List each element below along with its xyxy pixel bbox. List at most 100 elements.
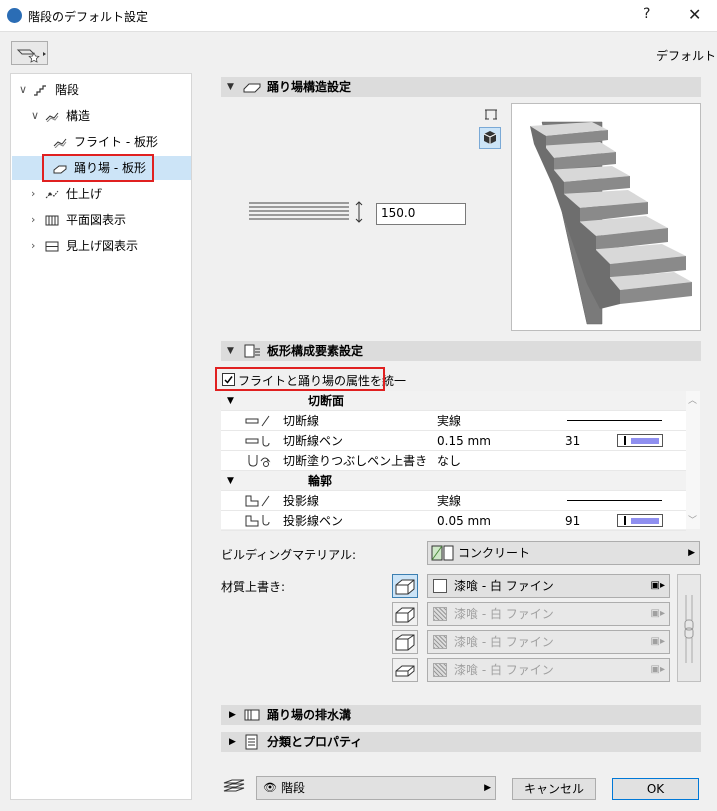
surface-side-dropdown[interactable]: 漆喰 - 白 ファイン ▣▸	[427, 602, 670, 626]
surface-swatch	[433, 635, 447, 649]
slab-components-icon	[244, 344, 260, 358]
collapse-triangle-icon[interactable]: ▼	[227, 341, 234, 361]
slab-components-header[interactable]: ▼ 板形構成要素設定	[221, 341, 701, 361]
pen-color-swatch[interactable]	[617, 434, 663, 447]
line-type-sample	[567, 420, 662, 421]
table-scrollbar[interactable]: ︿ ﹀	[686, 391, 700, 529]
highlight-box	[215, 367, 385, 391]
surface-bottom-button[interactable]	[392, 658, 418, 682]
slab-thickness-icon	[249, 201, 363, 223]
row-label: 投影線ペン	[283, 514, 344, 528]
image-icon: ▣▸	[650, 636, 665, 647]
surface-edge-button[interactable]	[392, 630, 418, 654]
cancel-button[interactable]: キャンセル	[512, 778, 596, 800]
chain-link-button[interactable]	[677, 574, 701, 682]
section-title: 踊り場の排水溝	[267, 708, 352, 722]
tree-item-structure[interactable]: ∨ 構造	[11, 104, 191, 128]
group-cut-surface[interactable]: ▼ 切断面	[221, 391, 686, 411]
group-title: 切断面	[308, 394, 345, 408]
classification-section-header[interactable]: ▶ 分類とプロパティ	[221, 732, 701, 752]
chevron-down-icon[interactable]: ∨	[19, 78, 27, 102]
stair-3d-preview	[511, 103, 701, 331]
favorites-button[interactable]	[11, 41, 48, 65]
chevron-right-icon: ▶	[484, 783, 491, 793]
landing-icon	[243, 83, 261, 93]
image-icon: ▣▸	[650, 664, 665, 675]
surface-top-dropdown[interactable]: 漆喰 - 白 ファイン ▣▸	[427, 574, 670, 598]
drainage-section-header[interactable]: ▶ 踊り場の排水溝	[221, 705, 701, 725]
thickness-input[interactable]: 150.0	[376, 203, 466, 225]
surface-name: 漆喰 - 白 ファイン	[454, 635, 554, 649]
finish-icon	[45, 190, 59, 199]
table-row[interactable]: 切断線 実線	[221, 411, 686, 431]
collapse-triangle-icon[interactable]: ▼	[227, 77, 234, 97]
surface-row-edge: 漆喰 - 白 ファイン ▣▸	[392, 630, 672, 654]
layer-dropdown[interactable]: 👁 階段 ▶	[256, 776, 496, 800]
expand-triangle-icon[interactable]: ▶	[229, 705, 236, 725]
table-row[interactable]: 切断塗りつぶしペン上書き なし	[221, 451, 686, 471]
tree-item-flight[interactable]: フライト - 板形	[11, 130, 191, 154]
surface-top-button[interactable]	[392, 574, 418, 598]
eye-icon: 👁	[263, 781, 277, 794]
row-value: 0.05 mm	[437, 514, 491, 528]
projection-line-icon	[245, 495, 270, 507]
row-label: 投影線	[283, 494, 320, 508]
scroll-down-icon[interactable]: ﹀	[688, 513, 697, 526]
chevron-right-icon[interactable]: ›	[31, 208, 35, 232]
tree-item-finish[interactable]: › 仕上げ	[11, 182, 191, 206]
tree-item-floorplan[interactable]: › 平面図表示	[11, 208, 191, 232]
chevron-right-icon: ▶	[688, 548, 695, 558]
pen-color-swatch[interactable]	[617, 514, 663, 527]
surface-name: 漆喰 - 白 ファイン	[454, 663, 554, 677]
favorites-star-icon	[16, 49, 46, 63]
group-outline[interactable]: ▼ 輪郭	[221, 471, 686, 491]
surface-edge-dropdown[interactable]: 漆喰 - 白 ファイン ▣▸	[427, 630, 670, 654]
image-icon: ▣▸	[650, 608, 665, 619]
scroll-up-icon[interactable]: ︿	[688, 393, 697, 406]
row-value: なし	[437, 454, 462, 468]
fill-pen-override-icon	[248, 455, 271, 467]
collapse-triangle-icon[interactable]: ▼	[227, 471, 234, 491]
section-title: 板形構成要素設定	[267, 344, 364, 358]
projection-line-pen-icon	[245, 515, 270, 527]
layers-icon	[223, 779, 245, 792]
3d-view-button[interactable]	[479, 127, 501, 149]
help-button[interactable]: ?	[643, 6, 650, 22]
chevron-right-icon[interactable]: ›	[31, 234, 35, 258]
surface-side-button[interactable]	[392, 602, 418, 626]
surface-swatch	[433, 663, 447, 677]
table-row[interactable]: 切断線ペン 0.15 mm 31	[221, 431, 686, 451]
tree-item-label: 階段	[55, 83, 80, 97]
expand-triangle-icon[interactable]: ▶	[229, 732, 236, 752]
top-surface-icon	[395, 579, 415, 595]
tree-item-label: 構造	[66, 109, 91, 123]
chevron-right-icon[interactable]: ›	[31, 182, 35, 206]
property-table: ▼ 切断面 切断線 実線 切断線ペン 0.15 mm 31 切断塗りつぶしペン上…	[221, 391, 686, 531]
tree-item-stair[interactable]: ∨ 階段	[11, 78, 191, 102]
pen-number: 31	[565, 434, 581, 448]
building-material-dropdown[interactable]: コンクリート ▶	[427, 541, 700, 565]
bottom-surface-icon	[395, 665, 415, 677]
surface-bottom-dropdown[interactable]: 漆喰 - 白 ファイン ▣▸	[427, 658, 670, 682]
ok-button[interactable]: OK	[612, 778, 699, 800]
stair-preview-image	[530, 121, 692, 325]
surface-row-bottom: 漆喰 - 白 ファイン ▣▸	[392, 658, 672, 682]
ceiling-plan-icon	[45, 241, 59, 252]
building-material-label: ビルディングマテリアル:	[221, 548, 357, 562]
chevron-down-icon[interactable]: ∨	[31, 104, 39, 128]
tree-item-label: 見上げ図表示	[66, 239, 139, 253]
table-row[interactable]: 投影線ペン 0.05 mm 91	[221, 511, 686, 531]
stair-icon	[34, 85, 46, 96]
landing-structure-header[interactable]: ▼ 踊り場構造設定	[221, 77, 701, 97]
surface-name: 漆喰 - 白 ファイン	[454, 579, 554, 593]
line-type-sample	[567, 500, 662, 501]
table-row[interactable]: 投影線 実線	[221, 491, 686, 511]
image-icon: ▣▸	[650, 580, 665, 591]
floorplan-icon	[45, 215, 59, 226]
pen-number: 91	[565, 514, 581, 528]
collapse-triangle-icon[interactable]: ▼	[227, 391, 234, 411]
tree-item-ceiling-plan[interactable]: › 見上げ図表示	[11, 234, 191, 258]
close-button[interactable]: ✕	[688, 5, 701, 24]
plan-view-icon[interactable]	[482, 105, 500, 123]
settings-tree: ∨ 階段 ∨ 構造 フライト - 板形 踊り場 - 板形 › 仕上げ › 平面図…	[10, 73, 192, 800]
